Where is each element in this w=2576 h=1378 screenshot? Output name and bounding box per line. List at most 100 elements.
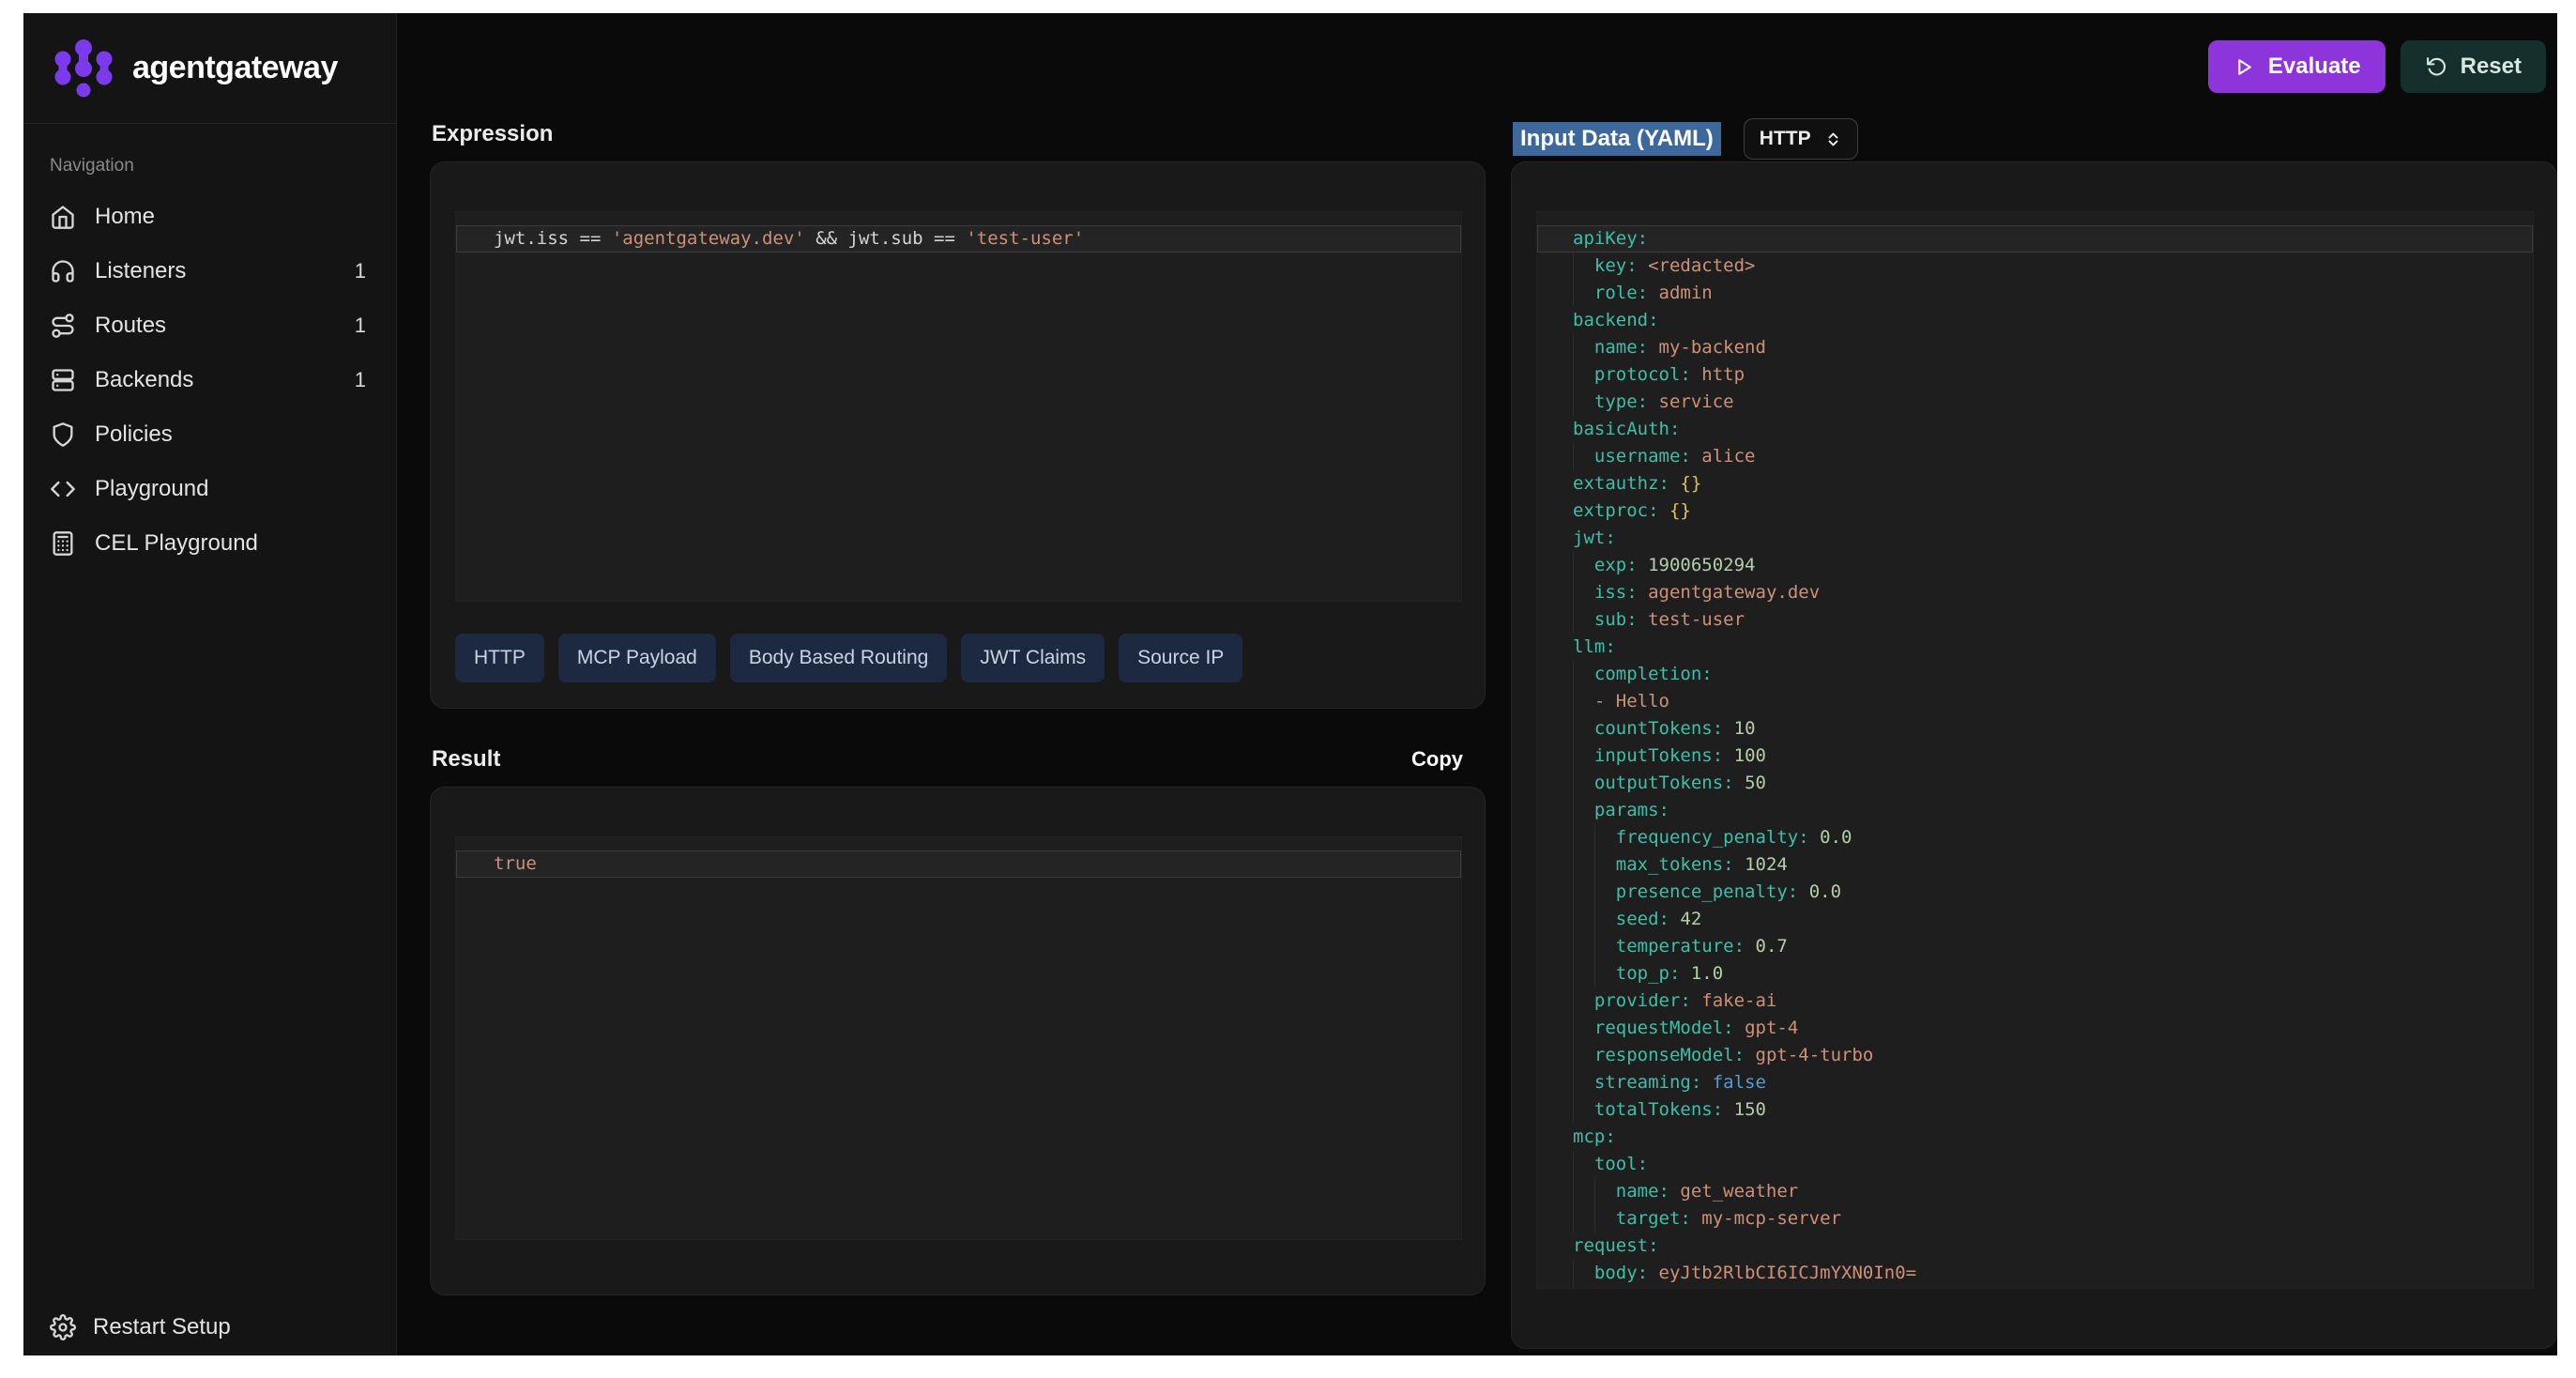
agentgateway-logo-icon [52, 38, 115, 99]
play-icon [2233, 55, 2256, 79]
sidebar-item-badge: 1 [355, 314, 370, 338]
code-line: countTokens: 10 [1537, 715, 2533, 743]
reset-label: Reset [2461, 54, 2522, 80]
headphones-icon [50, 258, 76, 284]
expression-sample-chips: HTTP MCP Payload Body Based Routing JWT … [455, 634, 1242, 682]
code-line: frequency_penalty: 0.0 [1537, 824, 2533, 851]
chevron-updown-icon [1824, 130, 1842, 148]
code-line: requestModel: gpt-4 [1537, 1015, 2533, 1042]
result-output: true [455, 836, 1462, 1240]
sidebar-item-label: Playground [95, 476, 208, 502]
sample-chip-source-ip[interactable]: Source IP [1119, 634, 1242, 682]
code-line: basicAuth: [1537, 416, 2533, 443]
code-line: name: get_weather [1537, 1178, 2533, 1205]
code-brackets-icon [50, 476, 76, 502]
evaluate-button[interactable]: Evaluate [2208, 40, 2385, 93]
result-card: true [430, 787, 1486, 1295]
input-data-title: Input Data (YAML) [1513, 122, 1721, 156]
code-line: true [456, 850, 1461, 878]
main-content: Evaluate Reset Expression jwt.iss == 'ag… [397, 13, 2557, 1355]
code-line: outputTokens: 50 [1537, 770, 2533, 797]
result-title: Result [432, 746, 500, 773]
code-line: llm: [1537, 634, 2533, 661]
sample-chip-body-based-routing[interactable]: Body Based Routing [730, 634, 947, 682]
code-line: totalTokens: 150 [1537, 1096, 2533, 1124]
sidebar-item-badge: 1 [355, 259, 370, 283]
route-icon [50, 313, 76, 339]
sidebar-item-home[interactable]: Home [50, 190, 370, 244]
code-line: sub: test-user [1537, 606, 2533, 634]
sidebar-item-listeners[interactable]: Listeners 1 [50, 244, 370, 299]
sidebar-item-label: Policies [95, 421, 173, 448]
sidebar-nav: Navigation Home Listeners 1 Routes 1 Bac… [23, 124, 396, 571]
nav-section-label: Navigation [50, 156, 370, 176]
code-line: inputTokens: 100 [1537, 743, 2533, 770]
yaml-editor[interactable]: apiKey: key: <redacted> role: adminbacke… [1536, 211, 2534, 1289]
header-actions: Evaluate Reset [2208, 40, 2546, 93]
expression-title: Expression [432, 121, 553, 147]
restart-setup-label: Restart Setup [93, 1314, 231, 1340]
code-line: role: admin [1537, 280, 2533, 307]
code-line: username: alice [1537, 443, 2533, 470]
code-line: seed: 42 [1537, 906, 2533, 933]
input-data-column: Input Data (YAML) HTTP apiKey: key: <red… [1511, 13, 2557, 1355]
gear-icon [50, 1314, 76, 1340]
code-line: provider: fake-ai [1537, 988, 2533, 1015]
input-data-card: apiKey: key: <redacted> role: adminbacke… [1511, 161, 2557, 1349]
copy-button[interactable]: Copy [1406, 746, 1469, 773]
sidebar-item-label: CEL Playground [95, 530, 258, 557]
input-type-value: HTTP [1760, 128, 1811, 150]
expression-editor[interactable]: jwt.iss == 'agentgateway.dev' && jwt.sub… [455, 211, 1462, 602]
result-header: Result Copy [432, 746, 1469, 773]
code-line: apiKey: [1537, 225, 2533, 253]
shield-icon [50, 421, 76, 448]
brand-header[interactable]: agentgateway [23, 13, 396, 124]
code-line: streaming: false [1537, 1069, 2533, 1096]
code-line: key: <redacted> [1537, 253, 2533, 280]
code-line: jwt: [1537, 525, 2533, 552]
code-line: top_p: 1.0 [1537, 960, 2533, 988]
app-window: agentgateway Navigation Home Listeners 1… [23, 13, 2557, 1355]
code-line: tool: [1537, 1151, 2533, 1178]
code-line: extauthz: {} [1537, 470, 2533, 498]
sidebar-item-playground[interactable]: Playground [50, 462, 370, 516]
code-line: responseModel: gpt-4-turbo [1537, 1042, 2533, 1069]
expression-column: Expression jwt.iss == 'agentgateway.dev'… [430, 13, 1486, 1355]
sample-chip-jwt-claims[interactable]: JWT Claims [961, 634, 1105, 682]
rotate-ccw-icon [2425, 55, 2448, 79]
code-line: name: my-backend [1537, 334, 2533, 361]
sample-chip-mcp-payload[interactable]: MCP Payload [558, 634, 716, 682]
sidebar-item-label: Home [95, 204, 155, 230]
expression-card: jwt.iss == 'agentgateway.dev' && jwt.sub… [430, 161, 1486, 709]
code-line: completion: [1537, 661, 2533, 688]
code-line: max_tokens: 1024 [1537, 851, 2533, 879]
sidebar-item-badge: 1 [355, 368, 370, 392]
sidebar-item-label: Routes [95, 313, 166, 339]
code-line: exp: 1900650294 [1537, 552, 2533, 579]
server-icon [50, 367, 76, 393]
code-line: target: my-mcp-server [1537, 1205, 2533, 1233]
input-data-header: Input Data (YAML) HTTP [1513, 118, 1858, 160]
home-icon [50, 204, 76, 230]
evaluate-label: Evaluate [2268, 54, 2361, 80]
restart-setup-button[interactable]: Restart Setup [50, 1309, 231, 1346]
sidebar-item-backends[interactable]: Backends 1 [50, 353, 370, 407]
sidebar: agentgateway Navigation Home Listeners 1… [23, 13, 397, 1355]
code-line: temperature: 0.7 [1537, 933, 2533, 960]
sidebar-item-routes[interactable]: Routes 1 [50, 299, 370, 353]
code-line: - Hello [1537, 688, 2533, 715]
code-line: presence_penalty: 0.0 [1537, 879, 2533, 906]
code-line: iss: agentgateway.dev [1537, 579, 2533, 606]
code-line: request: [1537, 1233, 2533, 1260]
reset-button[interactable]: Reset [2401, 40, 2546, 93]
code-line: mcp: [1537, 1124, 2533, 1151]
code-line: params: [1537, 797, 2533, 824]
code-line: jwt.iss == 'agentgateway.dev' && jwt.sub… [456, 225, 1461, 253]
code-line: body: eyJtb2RlbCI6ICJmYXN0In0= [1537, 1260, 2533, 1287]
input-type-select[interactable]: HTTP [1744, 118, 1858, 160]
code-line: protocol: http [1537, 361, 2533, 389]
sidebar-item-cel-playground[interactable]: CEL Playground [50, 516, 370, 571]
code-line: backend: [1537, 307, 2533, 334]
sample-chip-http[interactable]: HTTP [455, 634, 544, 682]
sidebar-item-policies[interactable]: Policies [50, 407, 370, 462]
